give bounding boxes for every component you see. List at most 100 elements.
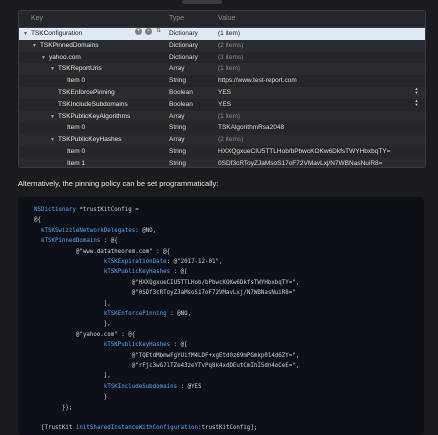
code-token: kTSKExpirationDate: [103, 259, 167, 265]
code-line: kTSKPublicKeyHashes : @[: [34, 267, 188, 277]
plist-value[interactable]: (2 items): [218, 134, 243, 146]
code-line: kTSKExpirationDate: @"2017-12-01",: [34, 257, 223, 267]
code-line: ],: [34, 299, 111, 309]
code-text: @"rFjc3wG7lTZe43zeYTvPq8k4xdDEutCmIhI5dn…: [34, 363, 300, 369]
code-text: @"TQEtdMbmwFgYUifM4LDF+xgEtd0z69mPGmkp01…: [34, 352, 300, 359]
plist-row[interactable]: ▼ yahoo.com Dictionary (3 items): [19, 52, 425, 64]
plist-type[interactable]: Array: [169, 63, 185, 75]
code-text: }};: [34, 404, 73, 411]
plist-value[interactable]: (3 items): [218, 52, 243, 64]
plist-type[interactable]: Boolean: [169, 99, 193, 111]
plist-type[interactable]: Dictionary: [169, 28, 198, 40]
code-line: @"rFjc3wG7lTZe43zeYTvPq8k4xdDEutCmIhI5dn…: [34, 361, 300, 371]
code-text: : @YES: [177, 383, 202, 390]
code-token: kTSKSwizzleNetworkDelegates: [40, 227, 136, 234]
plist-editor: Key Type Value ▼ TSKConfiguration + − ⇅ Dicti…: [18, 10, 426, 168]
plist-row[interactable]: Item 1 String 0SDf3cRToyZJaMsoS17oF72VMavL…: [19, 157, 425, 167]
code-text: @"yahoo.com" : @{: [34, 331, 136, 338]
plist-row[interactable]: ▼ TSKPublicKeyHashes Array (2 items): [19, 134, 425, 146]
plist-row[interactable]: Item 0 String HXXQgxueCIU5TTLHob/bPbwcKOKw…: [19, 146, 425, 158]
value-stepper-icon[interactable]: ▲ ▼: [414, 86, 419, 96]
type-stepper-icon[interactable]: ⇅: [155, 28, 162, 35]
code-token: kTSKPublicKeyHashes: [103, 342, 171, 349]
plist-type[interactable]: Array: [169, 134, 185, 146]
plist-value[interactable]: YES: [218, 99, 231, 111]
value-stepper-icon[interactable]: ▲ ▼: [414, 98, 419, 108]
code-line: },: [34, 319, 111, 329]
plist-type[interactable]: String: [169, 75, 186, 87]
plist-row[interactable]: TSKEnforcePinning Boolean YES ▲ ▼: [19, 86, 425, 99]
code-token: kTSKIncludeSubdomains: [103, 383, 178, 390]
plist-row[interactable]: ▼ TSKConfiguration + − ⇅ Dictionary (1 item): [19, 28, 425, 40]
plist-key: Item 0: [59, 75, 85, 87]
plist-value[interactable]: 0SDf3cRToyZJaMsoS17oF72VMavLxj/N7WBNasNu…: [218, 158, 382, 167]
plist-value[interactable]: YES: [218, 87, 231, 99]
plist-value[interactable]: (1 item): [218, 111, 240, 123]
plist-key: TSKEnforcePinning: [50, 87, 115, 99]
plist-type[interactable]: String: [169, 146, 186, 158]
code-line: @"www.datatheorem.com" : @{: [34, 247, 170, 257]
code-token: kTSKEnforcePinning: [103, 311, 167, 317]
code-text: @"www.datatheorem.com" : @{: [34, 248, 171, 255]
code-line: kTSKIncludeSubdomains : @YES: [34, 382, 202, 392]
plist-row[interactable]: Item 0 String TSKAlgorithmRsa2048: [19, 122, 425, 134]
plist-key-label: TSKEnforcePinning: [58, 88, 115, 96]
code-text: : @[: [170, 342, 188, 349]
plist-row[interactable]: ▼ TSKPinnedDomains Dictionary (2 items): [19, 39, 425, 52]
plist-value[interactable]: (2 items): [218, 40, 243, 52]
code-text: :trustKitConfig];: [198, 425, 258, 432]
code-line: @"0SDf3cRToyZJaMsoS17oF72VMavLxj/N7WBNas…: [34, 288, 296, 298]
plist-row[interactable]: Item 0 String https://www.test-report.com: [19, 75, 425, 87]
plist-type[interactable]: Dictionary: [169, 40, 198, 52]
code-line: kTSKPinnedDomains : @{: [34, 236, 118, 246]
code-text: @"0SDf3cRToyZJaMsoS17oF72VMavLxj/N7WBNas…: [34, 290, 296, 297]
add-item-icon[interactable]: +: [135, 28, 142, 35]
plist-row[interactable]: TSKIncludeSubdomains Boolean YES ▲ ▼: [19, 98, 425, 111]
plist-key-label: Item 1: [67, 159, 86, 167]
code-text: [TrustKit: [34, 425, 76, 432]
code-line: }: [34, 392, 108, 402]
code-token: kTSKPublicKeyHashes: [103, 269, 171, 276]
column-header-value[interactable]: Value: [218, 15, 235, 22]
plist-row[interactable]: ▼ TSKPublicKeyAlgorithms Array (1 item): [19, 110, 425, 123]
code-line: @"yahoo.com" : @{: [34, 330, 135, 340]
plist-value[interactable]: (1 item): [218, 28, 240, 40]
code-text: : @NO,: [166, 311, 192, 317]
plist-value[interactable]: HXXQgxueCIU5TTLHob/bPbwcKOKw6DkfsTWYHbxb…: [218, 146, 391, 158]
plist-type[interactable]: String: [169, 122, 186, 134]
code-token: kTSKPinnedDomains: [40, 238, 101, 245]
plist-key-label: TSKIncludeSubdomains: [58, 100, 128, 108]
column-header-key[interactable]: Key: [31, 15, 43, 22]
code-token: NSDictionary: [34, 207, 76, 213]
plist-value[interactable]: TSKAlgorithmRsa2048: [218, 122, 284, 134]
plist-key-label: TSKPinnedDomains: [39, 41, 99, 49]
code-text: ],: [34, 373, 111, 380]
code-line: [TrustKit initSharedInstanceWithConfigur…: [34, 423, 257, 433]
plist-row[interactable]: ▼ TSKReportUris Array (1 item): [19, 63, 425, 76]
column-header-type[interactable]: Type: [169, 15, 184, 22]
code-text: : @{: [100, 238, 118, 245]
plist-key: Item 0: [59, 122, 85, 134]
plist-key: Item 0: [59, 146, 85, 158]
code-token: initSharedInstanceWithConfiguration: [75, 425, 199, 432]
code-text: }: [34, 394, 108, 401]
plist-value[interactable]: (1 item): [218, 63, 240, 75]
plist-type[interactable]: String: [169, 158, 186, 167]
plist-key-label: Item 0: [67, 124, 86, 132]
code-text: : @"2017-12-01",: [166, 259, 223, 265]
remove-item-icon[interactable]: −: [145, 28, 152, 35]
plist-type[interactable]: Boolean: [169, 87, 193, 99]
code-text: @{: [34, 217, 41, 224]
code-text: },: [34, 321, 111, 328]
plist-type[interactable]: Array: [169, 111, 185, 123]
plist-key-label: TSKReportUris: [57, 65, 102, 73]
plist-value[interactable]: https://www.test-report.com: [218, 75, 297, 87]
plist-key-label: yahoo.com: [48, 53, 81, 61]
plist-type[interactable]: Dictionary: [169, 52, 198, 64]
body-text: Alternatively, the pinning policy can be…: [18, 179, 219, 188]
plist-key: Item 1: [59, 158, 86, 167]
plist-key-label: Item 0: [67, 147, 86, 155]
code-line: NSDictionary *trustKitConfig =: [34, 205, 139, 215]
